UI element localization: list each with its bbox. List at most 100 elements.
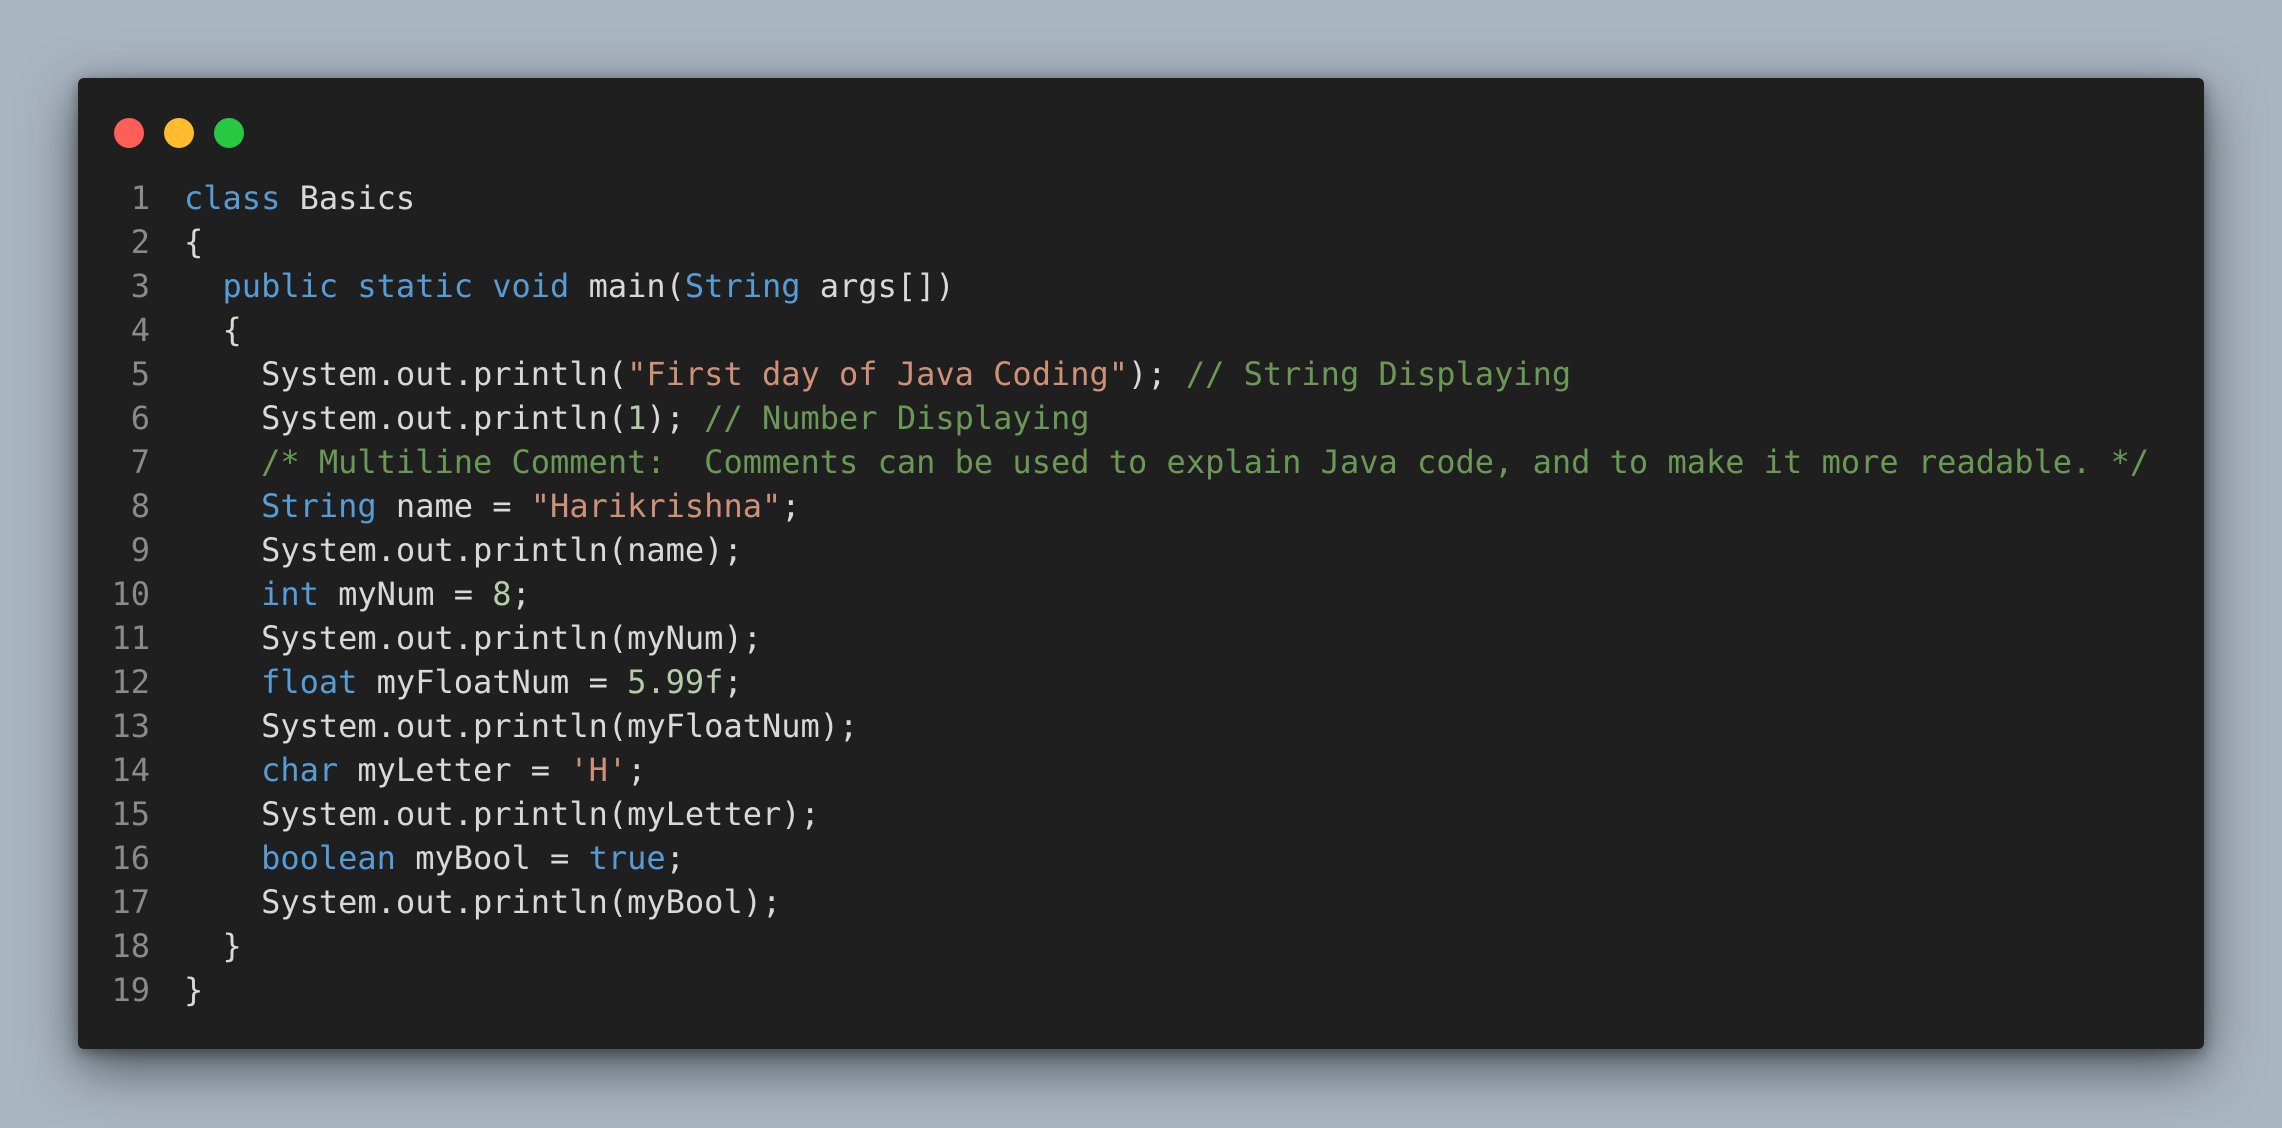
code-line: 14 char myLetter = 'H';: [78, 748, 2204, 792]
code-line: 15 System.out.println(myLetter);: [78, 792, 2204, 836]
code-text: String name = "Harikrishna";: [184, 484, 800, 528]
code-token: ;: [511, 575, 531, 613]
line-number: 3: [130, 267, 150, 305]
line-number: 14: [111, 751, 150, 789]
line-number: 2: [130, 223, 150, 261]
minimize-button[interactable]: [164, 118, 194, 148]
code-token: "Harikrishna": [530, 487, 782, 525]
code-editor[interactable]: 1 class Basics 2{3 public static void main…: [78, 176, 2204, 1012]
close-button[interactable]: [114, 118, 144, 148]
code-token: }: [184, 971, 204, 1009]
code-token: static: [357, 267, 473, 305]
line-number: 9: [130, 531, 150, 569]
code-line: 10 int myNum = 8;: [78, 572, 2204, 616]
line-number: 7: [130, 443, 150, 481]
code-token: int: [261, 575, 319, 613]
code-text: class Basics: [184, 176, 415, 220]
code-text: }: [184, 968, 203, 1012]
code-token: System.out.println(: [184, 355, 628, 393]
code-line: 7 /* Multiline Comment: Comments can be …: [78, 440, 2204, 484]
code-token: // Number Displaying: [704, 399, 1090, 437]
code-text: /* Multiline Comment: Comments can be us…: [184, 440, 2149, 484]
code-token: System.out.println(myNum);: [184, 619, 762, 657]
code-line: 12 float myFloatNum = 5.99f;: [78, 660, 2204, 704]
line-number: 17: [111, 883, 150, 921]
code-token: ;: [627, 751, 647, 789]
code-token: void: [492, 267, 570, 305]
code-token: myNum =: [318, 575, 493, 613]
code-token: true: [588, 839, 666, 877]
maximize-button[interactable]: [214, 118, 244, 148]
code-text: int myNum = 8;: [184, 572, 531, 616]
code-token: String: [261, 487, 377, 525]
line-number: 16: [111, 839, 150, 877]
line-number: 12: [111, 663, 150, 701]
code-token: boolean: [261, 839, 396, 877]
code-token: 5.99f: [627, 663, 724, 701]
code-token: name =: [376, 487, 531, 525]
code-token: 8: [492, 575, 512, 613]
code-text: char myLetter = 'H';: [184, 748, 646, 792]
code-line: 19}: [78, 968, 2204, 1012]
code-token: class: [184, 179, 281, 217]
code-text: {: [184, 308, 242, 352]
code-text: System.out.println(myLetter);: [184, 792, 820, 836]
code-text: System.out.println(name);: [184, 528, 743, 572]
code-token: ;: [723, 663, 743, 701]
code-line: 11 System.out.println(myNum);: [78, 616, 2204, 660]
line-number: 1: [130, 179, 150, 217]
code-text: System.out.println("First day of Java Co…: [184, 352, 1571, 396]
code-line: 18 }: [78, 924, 2204, 968]
code-text: System.out.println(myBool);: [184, 880, 781, 924]
code-token: {: [184, 223, 204, 261]
line-number: 18: [111, 927, 150, 965]
code-line: 3 public static void main(String args[]): [78, 264, 2204, 308]
line-number: 15: [111, 795, 150, 833]
code-token: args[]): [800, 267, 955, 305]
code-text: public static void main(String args[]): [184, 264, 955, 308]
code-token: "First day of Java Coding": [627, 355, 1129, 393]
code-token: /* Multiline Comment: Comments can be us…: [261, 443, 2150, 481]
code-token: System.out.println(name);: [184, 531, 743, 569]
code-token: main(: [569, 267, 685, 305]
code-text: {: [184, 220, 203, 264]
code-token: char: [261, 751, 339, 789]
code-line: 13 System.out.println(myFloatNum);: [78, 704, 2204, 748]
code-line: 16 boolean myBool = true;: [78, 836, 2204, 880]
line-number: 6: [130, 399, 150, 437]
code-text: }: [184, 924, 242, 968]
code-token: System.out.println(: [184, 399, 628, 437]
code-token: String: [684, 267, 801, 305]
code-token: // String Displaying: [1185, 355, 1572, 393]
line-number: 11: [111, 619, 150, 657]
code-text: boolean myBool = true;: [184, 836, 685, 880]
code-line: 9 System.out.println(name);: [78, 528, 2204, 572]
code-line: 2{: [78, 220, 2204, 264]
line-number: 10: [111, 575, 150, 613]
code-token: System.out.println(myLetter);: [184, 795, 820, 833]
line-number: 13: [111, 707, 150, 745]
code-token: myBool =: [395, 839, 589, 877]
code-text: System.out.println(myNum);: [184, 616, 762, 660]
code-text: System.out.println(1); // Number Display…: [184, 396, 1089, 440]
code-token: float: [261, 663, 358, 701]
code-token: public: [222, 267, 339, 305]
line-number: 5: [130, 355, 150, 393]
code-token: myFloatNum =: [357, 663, 628, 701]
code-window: 1 class Basics 2{3 public static void main…: [78, 78, 2204, 1049]
code-line: 8 String name = "Harikrishna";: [78, 484, 2204, 528]
code-line: 1 class Basics: [78, 176, 2204, 220]
code-token: Basics: [280, 179, 416, 217]
line-number: 8: [130, 487, 150, 525]
code-token: );: [1128, 355, 1186, 393]
code-token: 'H': [569, 751, 628, 789]
code-token: System.out.println(myBool);: [184, 883, 782, 921]
code-token: ;: [665, 839, 685, 877]
code-line: 5 System.out.println("First day of Java …: [78, 352, 2204, 396]
